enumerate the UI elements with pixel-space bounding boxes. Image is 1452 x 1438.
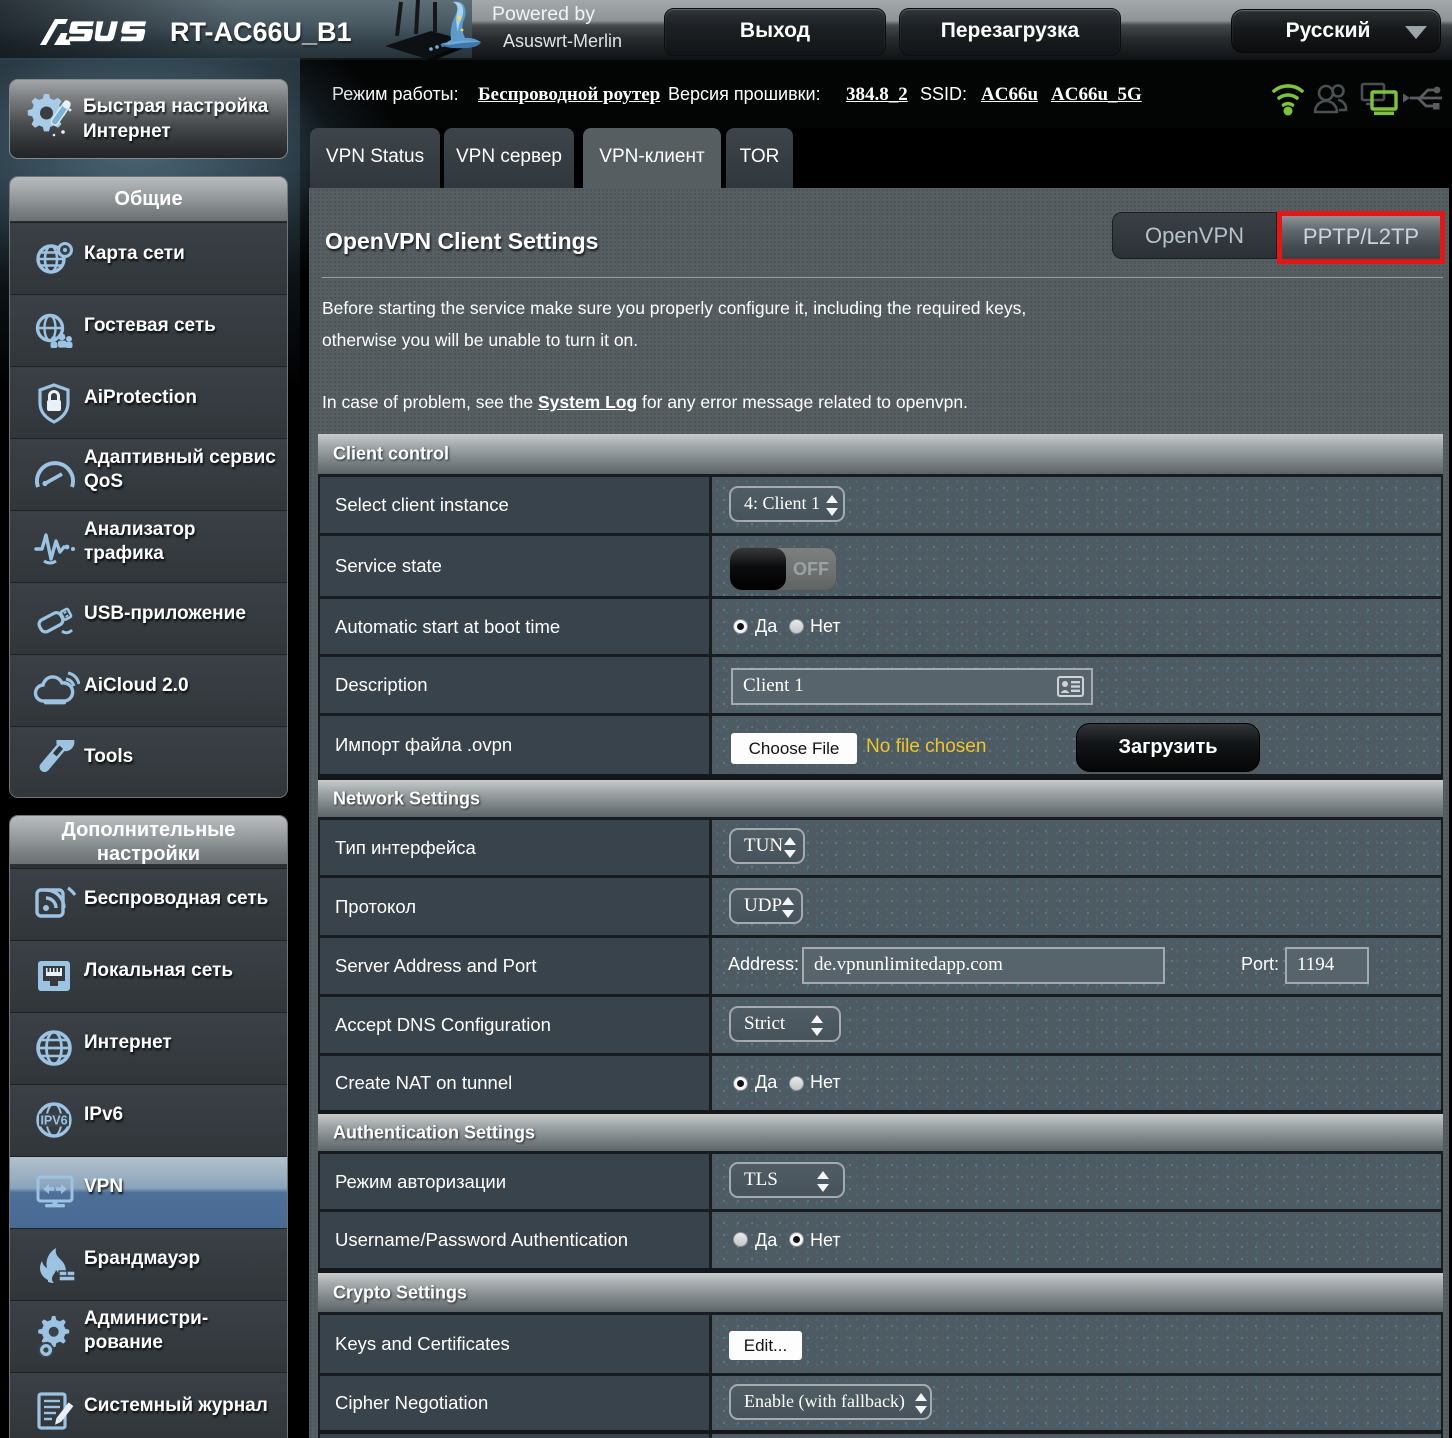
svg-text:IPV6: IPV6 [40, 1114, 67, 1128]
